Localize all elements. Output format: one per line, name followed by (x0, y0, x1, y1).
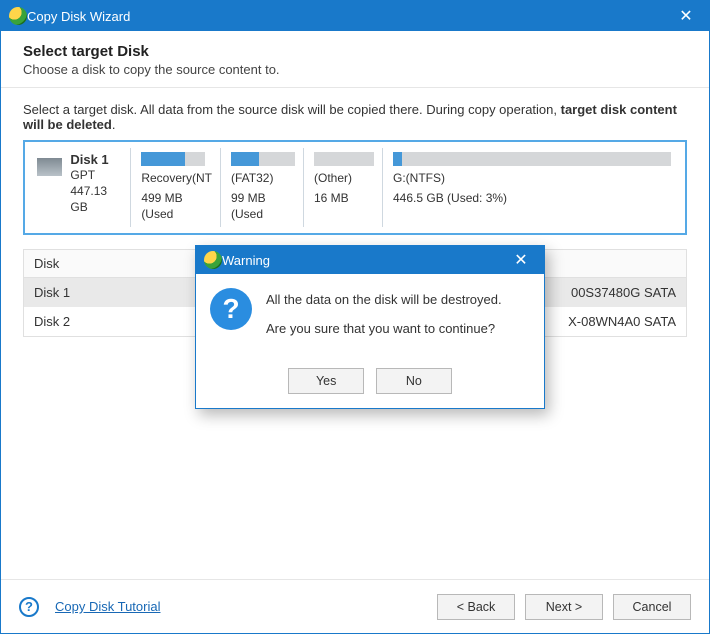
warning-dialog: Warning ✕ ? All the data on the disk wil… (195, 245, 545, 409)
question-icon: ? (210, 288, 252, 330)
step-title: Select target Disk (23, 43, 687, 60)
app-icon (9, 7, 27, 25)
hdd-icon (37, 158, 62, 176)
window-title: Copy Disk Wizard (27, 9, 671, 24)
no-button[interactable]: No (376, 368, 452, 394)
close-button[interactable]: ✕ (671, 6, 701, 26)
step-header: Select target Disk Choose a disk to copy… (1, 31, 709, 88)
wizard-footer: ? Copy Disk Tutorial < Back Next > Cance… (1, 579, 709, 633)
back-button[interactable]: < Back (437, 594, 515, 620)
cancel-button[interactable]: Cancel (613, 594, 691, 620)
yes-button[interactable]: Yes (288, 368, 364, 394)
partition-other: (Other) 16 MB (308, 148, 383, 227)
row-disk-name: Disk 2 (34, 314, 204, 329)
instruction-text: Select a target disk. All data from the … (23, 102, 687, 132)
selected-disk-card[interactable]: Disk 1 GPT 447.13 GB Recovery(NT 499 MB … (23, 140, 687, 235)
instruction-pre: Select a target disk. All data from the … (23, 102, 561, 117)
dialog-line2: Are you sure that you want to continue? (266, 321, 502, 336)
partition-other-label: (Other) (314, 170, 374, 186)
partition-fat-label: (FAT32) (231, 170, 295, 186)
help-icon[interactable]: ? (19, 597, 39, 617)
dialog-titlebar: Warning ✕ (196, 246, 544, 274)
dialog-title: Warning (222, 253, 506, 268)
partition-fat-size: 99 MB (Used (231, 190, 295, 222)
app-icon (204, 251, 222, 269)
window-titlebar: Copy Disk Wizard ✕ (1, 1, 709, 31)
row-disk-name: Disk 1 (34, 285, 204, 300)
partition-g-label: G:(NTFS) (393, 170, 671, 186)
partition-g-size: 446.5 GB (Used: 3%) (393, 190, 671, 206)
step-subtitle: Choose a disk to copy the source content… (23, 62, 687, 77)
disk-size: 447.13 GB (70, 183, 122, 215)
partition-recovery-size: 499 MB (Used (141, 190, 212, 222)
partition-g-ntfs: G:(NTFS) 446.5 GB (Used: 3%) (387, 148, 679, 227)
next-button[interactable]: Next > (525, 594, 603, 620)
disk-info-pane: Disk 1 GPT 447.13 GB (31, 148, 131, 227)
dialog-close-button[interactable]: ✕ (506, 250, 536, 270)
disk-scheme: GPT (70, 167, 122, 183)
partition-other-size: 16 MB (314, 190, 374, 206)
disk-name: Disk 1 (70, 152, 122, 167)
instruction-post: . (112, 117, 116, 132)
dialog-line1: All the data on the disk will be destroy… (266, 292, 502, 307)
partition-recovery-label: Recovery(NT (141, 170, 212, 186)
help-link[interactable]: Copy Disk Tutorial (55, 599, 160, 614)
partition-fat32: (FAT32) 99 MB (Used (225, 148, 304, 227)
partition-recovery: Recovery(NT 499 MB (Used (135, 148, 221, 227)
